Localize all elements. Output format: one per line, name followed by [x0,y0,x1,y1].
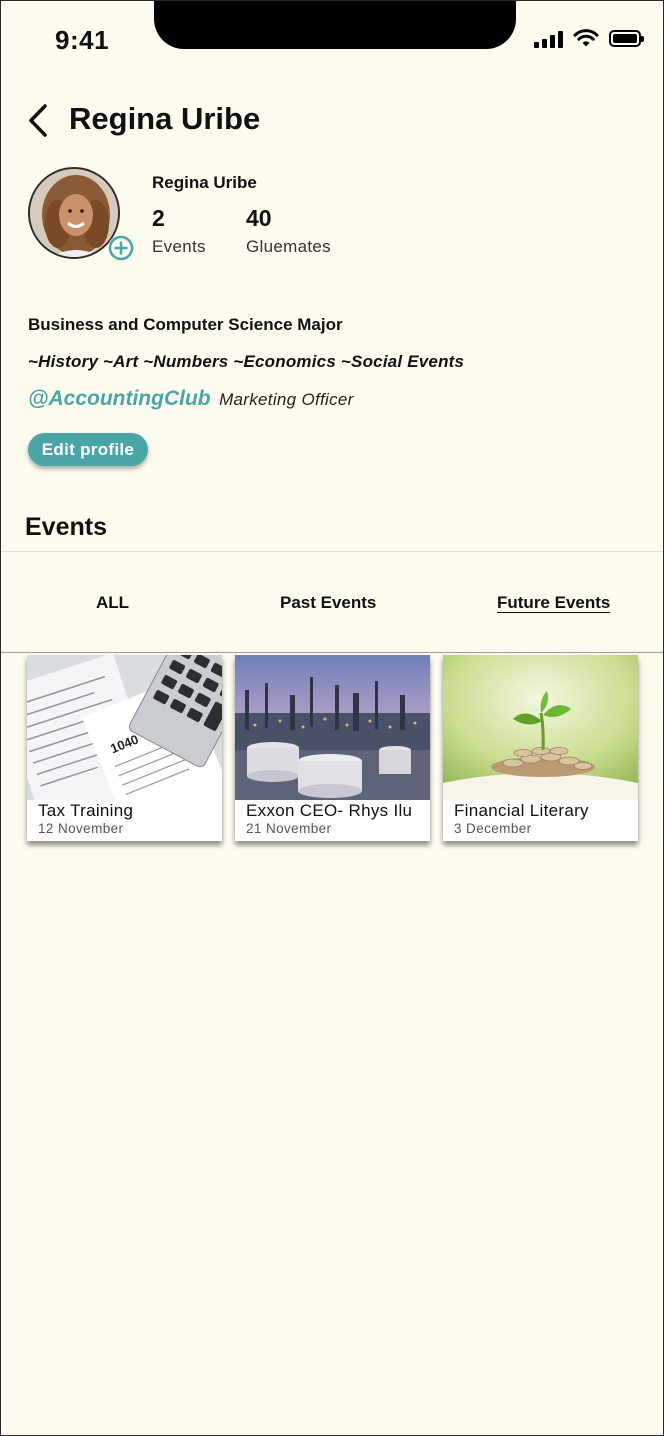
plus-circle-icon [108,235,134,261]
avatar [28,167,120,259]
edit-profile-button[interactable]: Edit profile [28,433,148,466]
club-role: Marketing Officer [219,390,354,409]
event-title: Financial Literary [454,801,589,820]
events-count: 2 [152,205,165,231]
bio-major: Business and Computer Science Major [28,315,343,334]
club-tag-link[interactable]: @AccountingClub [28,387,211,410]
events-heading: Events [25,513,107,541]
event-title: Tax Training [38,801,134,820]
chevron-left-icon [29,104,47,137]
club-line: @AccountingClub Marketing Officer [28,387,354,411]
device-notch [154,1,516,49]
add-photo-button[interactable] [108,235,134,261]
phone-screen: 9:41 Regina Uribe Regina Uribe 2 Events … [0,0,664,1436]
event-image-tax-forms: 1040 [27,655,222,800]
event-title: Exxon CEO- Rhys Ilu [246,801,413,820]
event-date: 21 November [246,821,332,836]
event-card-exxon-ceo[interactable]: Exxon CEO- Rhys Ilu 21 November [235,655,430,841]
avatar-photo [30,169,118,257]
event-card-financial-literary[interactable]: Financial Literary 3 December [443,655,638,841]
event-card-tax-training[interactable]: 1040 Tax Training 12 November [27,655,222,841]
status-icons [534,29,644,48]
event-image-refinery [235,655,430,800]
wifi-icon [573,29,599,47]
bio-interests: ~History ~Art ~Numbers ~Economics ~Socia… [28,352,465,371]
events-stat[interactable]: 2 Events [152,205,206,257]
event-date: 12 November [38,821,124,836]
battery-icon [609,30,644,47]
tab-all[interactable]: ALL [96,593,129,613]
status-time: 9:41 [55,25,110,55]
gluemates-label: Gluemates [246,237,331,256]
page-title: Regina Uribe [69,101,261,136]
event-date: 3 December [454,821,532,836]
tab-future-events[interactable]: Future Events [497,593,610,613]
profile-name: Regina Uribe [152,173,257,192]
cellular-signal-icon [534,30,563,48]
events-tabs: ALL Past Events Future Events [1,551,663,653]
back-button[interactable] [23,101,53,141]
gluemates-stat[interactable]: 40 Gluemates [246,205,331,257]
event-image-sprout-coins [443,655,638,800]
tab-past-events[interactable]: Past Events [280,593,376,613]
events-label: Events [152,237,206,256]
gluemates-count: 40 [246,205,272,231]
